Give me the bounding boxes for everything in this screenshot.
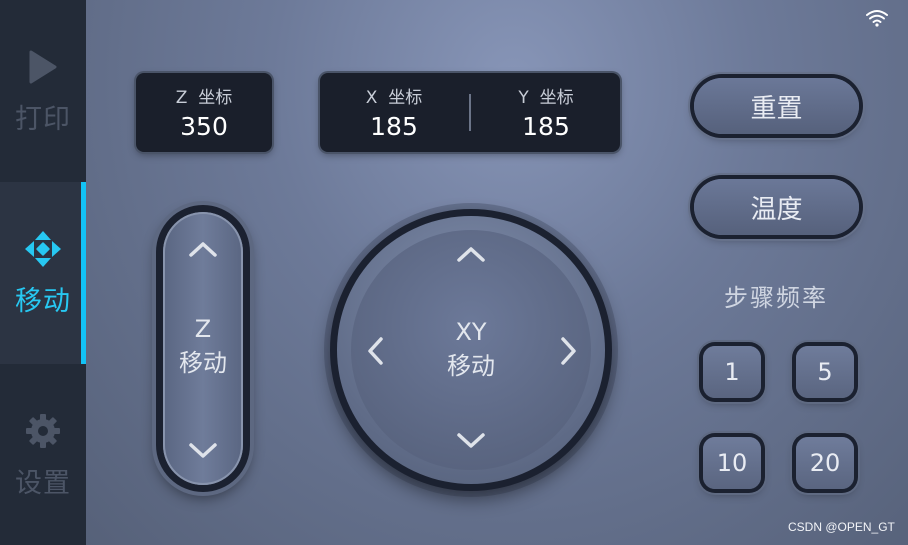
reset-button[interactable]: 重置 [694,78,859,134]
sidebar-item-label: 设置 [15,467,71,499]
step-frequency-title: 步骤频率 [724,284,828,312]
divider [469,94,471,131]
y-coordinate-label: Y 坐标 [518,88,574,108]
step-5-button[interactable]: 5 [796,346,854,398]
xy-move-label: XY 移动 [447,318,495,380]
y-up-arrow-icon[interactable] [456,245,486,267]
z-move-control: Z 移动 [156,205,250,492]
z-move-label: Z 移动 [179,315,227,377]
x-right-arrow-icon[interactable] [560,336,578,370]
watermark: CSDN @OPEN_GT [788,520,895,534]
gear-icon [23,411,63,451]
xy-coordinate-display: X 坐标 185 Y 坐标 185 [320,73,620,152]
x-coordinate-label: X 坐标 [365,88,423,108]
z-up-arrow-icon[interactable] [188,240,218,262]
step-1-button[interactable]: 1 [703,346,761,398]
step-20-button[interactable]: 20 [796,437,854,489]
z-coordinate-display: Z 坐标 350 [136,73,272,152]
sidebar-item-label: 打印 [15,103,71,135]
sidebar-item-move[interactable]: 移动 [0,182,86,364]
x-coordinate-value: 185 [370,112,418,141]
step-10-button[interactable]: 10 [703,437,761,489]
play-icon [23,47,63,87]
move-arrows-icon [23,229,63,269]
z-coordinate-value: 350 [180,112,228,141]
y-coordinate-value: 185 [522,112,570,141]
sidebar-item-print[interactable]: 打印 [0,0,86,182]
z-down-arrow-icon[interactable] [188,442,218,464]
sidebar-item-settings[interactable]: 设置 [0,364,86,545]
sidebar: 打印 移动 设置 [0,0,86,545]
y-down-arrow-icon[interactable] [456,432,486,454]
temperature-button[interactable]: 温度 [694,179,859,235]
z-coordinate-label: Z 坐标 [175,88,233,108]
wifi-icon [866,9,888,27]
sidebar-item-label: 移动 [15,285,71,317]
x-left-arrow-icon[interactable] [366,336,384,370]
